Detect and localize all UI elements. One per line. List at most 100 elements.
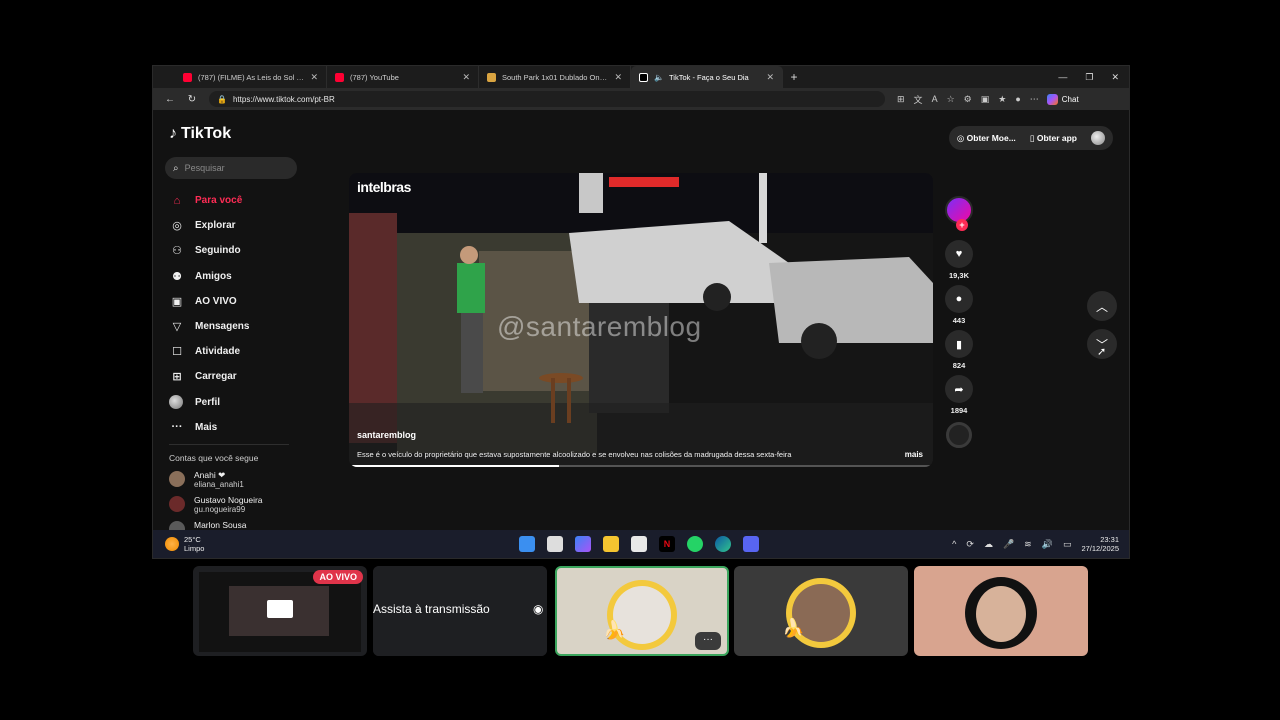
edge-icon[interactable]	[715, 536, 731, 552]
date: 27/12/2025	[1081, 544, 1119, 553]
store-icon[interactable]	[631, 536, 647, 552]
nav-label: Seguindo	[195, 245, 241, 257]
previous-video-button[interactable]: ︿	[1087, 291, 1117, 321]
nav-label: Amigos	[195, 270, 232, 282]
copilot-icon	[1046, 93, 1058, 105]
weather-condition: Limpo	[184, 544, 205, 553]
tiktok-icon	[639, 72, 648, 82]
wifi-icon[interactable]: ≋	[1024, 539, 1032, 550]
home-icon: ⌂	[173, 194, 181, 207]
chevron-up-icon[interactable]: ^	[952, 539, 956, 549]
extensions-icon[interactable]: ⚙	[964, 94, 972, 105]
search-input[interactable]: ⌕ Pesquisar	[165, 157, 297, 179]
nav-following[interactable]: ⚇ Seguindo	[169, 238, 299, 263]
battery-icon[interactable]: ▭	[1063, 539, 1072, 550]
tiktok-icon: ♪	[169, 125, 177, 142]
tab-filme[interactable]: (787) (FILME) As Leis do Sol [dublado] ✕	[175, 66, 327, 88]
camera-brand-watermark: intelbras	[357, 179, 411, 195]
close-window-icon[interactable]: ✕	[1111, 72, 1119, 83]
cloud-icon[interactable]: ☁	[984, 539, 993, 550]
windows-start-icon[interactable]	[519, 536, 535, 552]
copilot-chat-button[interactable]: Chat	[1046, 93, 1079, 105]
compass-icon: ◎	[172, 220, 182, 233]
sync-icon[interactable]: ⟳	[966, 539, 974, 550]
tiktok-logo[interactable]: ♪ TikTok	[169, 125, 231, 143]
following-title: Contas que você segue	[169, 453, 259, 463]
translate-icon[interactable]: 文	[914, 93, 923, 106]
video-actions: + ♥ 19,3K ● 443 ▮ 824 ➦ 1894	[941, 196, 977, 448]
reload-icon[interactable]: ↻	[181, 94, 203, 105]
more-icon[interactable]: ⋯	[1030, 94, 1039, 105]
nav-explore[interactable]: ◎ Explorar	[169, 213, 299, 238]
favorite-icon[interactable]: ☆	[947, 94, 955, 105]
tab-title: (787) YouTube	[350, 72, 399, 82]
nav-live[interactable]: ▣ AO VIVO	[169, 289, 299, 314]
comment-button[interactable]: ●	[945, 285, 973, 313]
speaker-icon[interactable]: 🔈	[654, 73, 664, 82]
participant-tile[interactable]	[914, 566, 1088, 656]
like-button[interactable]: ♥	[945, 240, 973, 268]
video-author[interactable]: santaremblog	[357, 430, 416, 440]
url-field[interactable]: 🔒 https://www.tiktok.com/pt-BR	[209, 91, 885, 107]
weather-widget[interactable]: 25°C Limpo	[153, 535, 204, 553]
more-options-button[interactable]: ···	[695, 632, 721, 650]
progress-fill	[349, 465, 560, 467]
get-app-button[interactable]: ▯ Obter app	[1030, 133, 1077, 144]
tab-tiktok[interactable]: 🔈 TikTok - Faça o Seu Dia ✕	[631, 66, 783, 88]
caption-more-link[interactable]: mais	[905, 450, 923, 459]
followed-account[interactable]: Gustavo Nogueira gu.nogueira99	[169, 495, 299, 514]
music-disc[interactable]	[946, 422, 972, 448]
volume-icon[interactable]: 🔊	[1042, 539, 1053, 550]
screen-share-tile[interactable]: AO VIVO	[193, 566, 367, 656]
nav-for-you[interactable]: ⌂ Para você	[169, 188, 299, 213]
close-icon[interactable]: ✕	[614, 72, 622, 83]
stream-tile[interactable]: Assista à transmissão ◉	[373, 566, 547, 656]
followed-account[interactable]: Anahi ❤ eliana_anahi1	[169, 470, 299, 489]
microphone-icon[interactable]: 🎤	[1003, 539, 1014, 550]
activity-icon: ☐	[172, 346, 182, 359]
favorites-icon[interactable]: ★	[998, 94, 1006, 105]
nav-messages[interactable]: ▽ Mensagens	[169, 314, 299, 339]
copilot-icon[interactable]	[575, 536, 591, 552]
read-aloud-icon[interactable]: A	[932, 94, 938, 104]
avatar[interactable]	[1091, 131, 1105, 145]
nav-friends[interactable]: ⚉ Amigos	[169, 264, 299, 289]
nav-more[interactable]: ··· Mais	[169, 415, 299, 440]
share-button[interactable]: ➦	[945, 375, 973, 403]
close-icon[interactable]: ✕	[310, 72, 318, 83]
close-icon[interactable]: ✕	[766, 72, 774, 83]
whatsapp-icon[interactable]	[687, 536, 703, 552]
comment-icon: ●	[955, 293, 963, 305]
nav-activity[interactable]: ☐ Atividade	[169, 339, 299, 364]
task-view-icon[interactable]	[547, 536, 563, 552]
profile-icon[interactable]: ●	[1015, 94, 1020, 104]
close-icon[interactable]: ✕	[462, 72, 470, 83]
participant-tile[interactable]: 🍌	[734, 566, 908, 656]
share-icon: ➦	[954, 383, 964, 396]
participant-tile[interactable]: 🍌 ···	[555, 566, 729, 656]
tab-southpark[interactable]: South Park 1x01 Dublado Online ✕	[479, 66, 631, 88]
tab-youtube[interactable]: (787) YouTube ✕	[327, 66, 479, 88]
file-explorer-icon[interactable]	[603, 536, 619, 552]
video-caption: Esse é o veículo do proprietário que est…	[357, 450, 792, 459]
back-icon[interactable]: ←	[159, 94, 181, 105]
video-player[interactable]: intelbras @santaremblog santaremblog Ess…	[349, 173, 933, 467]
nav-profile[interactable]: Perfil	[169, 390, 299, 415]
discord-icon[interactable]	[743, 536, 759, 552]
follow-plus-icon[interactable]: +	[956, 219, 968, 231]
watch-stream-label[interactable]: Assista à transmissão	[373, 602, 490, 616]
app-icon[interactable]: ⊞	[897, 94, 905, 105]
get-coins-button[interactable]: ◎ Obter Moe...	[957, 133, 1016, 144]
browser-toolbar: ⊞ 文 A ☆ ⚙ ▣ ★ ● ⋯	[897, 93, 1039, 106]
clock[interactable]: 23:31 27/12/2025	[1081, 535, 1119, 553]
minimize-icon[interactable]: —	[1058, 72, 1067, 83]
netflix-icon[interactable]: N	[659, 536, 675, 552]
account-name: Marlon Sousa	[194, 520, 247, 530]
save-button[interactable]: ▮	[945, 330, 973, 358]
video-progress[interactable]	[349, 465, 933, 467]
maximize-icon[interactable]: ❐	[1085, 72, 1093, 83]
new-tab-button[interactable]: +	[783, 70, 805, 84]
creator-avatar[interactable]: +	[945, 196, 973, 231]
split-icon[interactable]: ▣	[981, 94, 990, 105]
nav-upload[interactable]: ⊞ Carregar	[169, 364, 299, 389]
